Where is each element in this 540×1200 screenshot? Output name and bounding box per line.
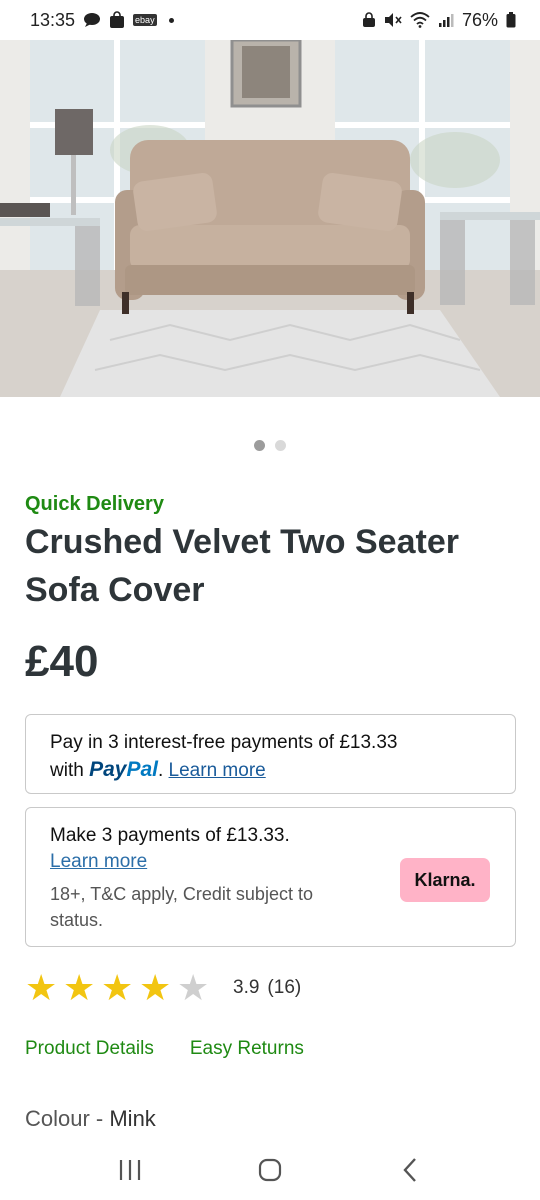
mute-icon: [384, 12, 402, 28]
chat-bubble-icon: [83, 12, 101, 28]
colour-selector[interactable]: Colour - Mink: [25, 1106, 156, 1132]
star-icon: ★: [101, 967, 134, 1008]
back-button[interactable]: [390, 1150, 430, 1190]
star-icon: ★: [139, 967, 172, 1008]
delivery-tag: Quick Delivery: [25, 493, 164, 515]
status-left: 13:35 ebay: [30, 10, 174, 31]
shopping-bag-icon: [109, 11, 125, 29]
status-bar: 13:35 ebay 76%: [0, 0, 540, 40]
battery-icon: [506, 12, 516, 28]
lock-notification-icon: [362, 12, 376, 28]
status-right: 76%: [362, 10, 516, 31]
carousel-indicator: [0, 440, 540, 451]
colour-label: Colour -: [25, 1106, 110, 1131]
klarna-line1: Make 3 payments of £13.33.: [50, 825, 290, 846]
sofa-room-illustration: [0, 40, 540, 397]
product-rating[interactable]: ★ ★ ★ ★ ★ 3.9 (16): [25, 968, 301, 1008]
rating-count: (16): [267, 977, 302, 998]
product-tabs: Product Details Easy Returns: [25, 1038, 304, 1060]
recent-apps-button[interactable]: [110, 1150, 150, 1190]
ebay-icon: ebay: [133, 14, 157, 26]
klarna-fine-print: 18+, T&C apply, Credit subject to status…: [50, 884, 313, 930]
klarna-box: Make 3 payments of £13.33. Learn more 18…: [25, 807, 516, 947]
rating-value: 3.9: [233, 977, 260, 998]
signal-icon: [438, 12, 454, 28]
product-price: £40: [25, 637, 99, 686]
home-icon: [258, 1158, 282, 1182]
notification-dot-icon: [168, 17, 174, 23]
tab-easy-returns[interactable]: Easy Returns: [190, 1038, 304, 1060]
tab-product-details[interactable]: Product Details: [25, 1038, 154, 1060]
colour-value: Mink: [109, 1106, 156, 1131]
product-image[interactable]: [0, 40, 540, 397]
carousel-dot-1[interactable]: [254, 440, 265, 451]
status-time: 13:35: [30, 9, 76, 30]
paypal-learn-more-link[interactable]: Learn more: [169, 760, 266, 781]
battery-percent: 76%: [461, 9, 498, 30]
klarna-logo-icon: Klarna.: [400, 858, 490, 902]
system-nav-bar: [0, 1140, 540, 1200]
paypal-with-text: with: [50, 760, 90, 781]
paypal-line1: Pay in 3 interest-free payments of £13.3…: [50, 732, 398, 753]
star-icon: ★: [25, 967, 58, 1008]
product-title: Crushed Velvet Two Seater Sofa Cover: [25, 523, 459, 609]
home-button[interactable]: [250, 1150, 290, 1190]
star-empty-icon: ★: [177, 967, 210, 1008]
paypal-period: .: [157, 760, 164, 781]
paypal-pay-in-3-box: Pay in 3 interest-free payments of £13.3…: [25, 714, 516, 794]
star-icon: ★: [63, 967, 96, 1008]
paypal-logo-icon: PayPal: [89, 758, 158, 781]
carousel-dot-2[interactable]: [275, 440, 286, 451]
wifi-icon: [410, 12, 430, 28]
back-icon: [403, 1158, 416, 1182]
paypal-line2: with PayPal. Learn more: [50, 756, 491, 784]
recent-apps-icon: [119, 1160, 141, 1180]
